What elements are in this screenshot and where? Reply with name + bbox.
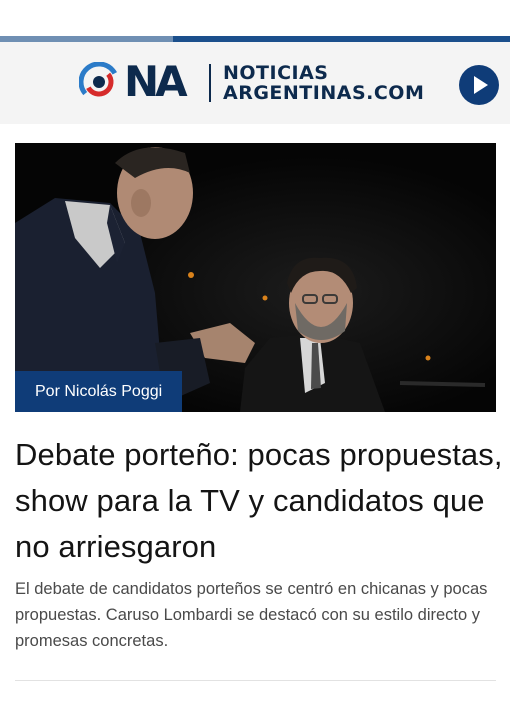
- site-header: NA NOTICIAS ARGENTINAS.COM: [0, 42, 510, 124]
- section-divider: [15, 680, 496, 681]
- byline-badge[interactable]: Por Nicolás Poggi: [15, 371, 183, 412]
- play-button[interactable]: [459, 65, 499, 105]
- logo-mark[interactable]: NA: [124, 58, 188, 106]
- logo-swirl-icon: [79, 62, 119, 102]
- article-headline[interactable]: Debate porteño: pocas propuestas, show p…: [15, 432, 505, 570]
- top-bar: [0, 0, 510, 36]
- logo-line-2: ARGENTINAS.COM: [223, 82, 425, 104]
- logo-wordmark[interactable]: NOTICIAS ARGENTINAS.COM: [223, 63, 424, 103]
- logo-divider: [209, 64, 211, 102]
- play-icon: [474, 76, 488, 94]
- article-summary: El debate de candidatos porteños se cent…: [15, 580, 488, 650]
- logo-line-1: NOTICIAS: [223, 62, 329, 84]
